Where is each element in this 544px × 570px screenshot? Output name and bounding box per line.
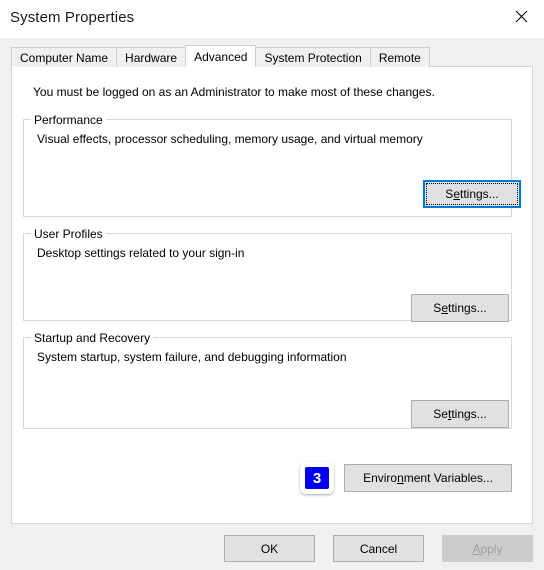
- user-profiles-group-legend: User Profiles: [31, 227, 106, 241]
- performance-group-legend: Performance: [31, 113, 106, 127]
- startup-recovery-group-legend: Startup and Recovery: [31, 331, 154, 345]
- startup-recovery-settings-button[interactable]: Settings...: [411, 400, 509, 428]
- tab-remote[interactable]: Remote: [369, 47, 430, 67]
- tab-computer-name[interactable]: Computer Name: [11, 47, 118, 67]
- tab-advanced[interactable]: Advanced: [185, 45, 257, 68]
- startup-recovery-description: System startup, system failure, and debu…: [37, 350, 347, 364]
- user-profiles-settings-label: Settings...: [433, 301, 487, 315]
- window-title: System Properties: [10, 9, 135, 26]
- user-profiles-settings-button[interactable]: Settings...: [411, 294, 509, 322]
- performance-settings-label: Settings...: [445, 187, 499, 201]
- annotation-badge-3: 3: [300, 462, 334, 494]
- startup-recovery-group: Startup and Recovery System startup, sys…: [23, 331, 512, 429]
- cancel-button-label: Cancel: [359, 541, 398, 556]
- tab-strip: Computer Name Hardware Advanced System P…: [11, 45, 430, 68]
- close-button[interactable]: [498, 0, 544, 32]
- close-icon: [515, 10, 528, 23]
- cancel-button[interactable]: Cancel: [333, 535, 424, 562]
- ok-button[interactable]: OK: [224, 535, 315, 562]
- startup-recovery-settings-label: Settings...: [433, 407, 487, 421]
- performance-group: Performance Visual effects, processor sc…: [23, 113, 521, 217]
- advanced-tab-panel: You must be logged on as an Administrato…: [11, 66, 533, 524]
- annotation-badge-number: 3: [305, 467, 329, 489]
- performance-settings-button[interactable]: Settings...: [423, 180, 521, 208]
- user-profiles-group: User Profiles Desktop settings related t…: [23, 227, 512, 322]
- apply-button-label: Apply: [472, 541, 503, 556]
- dialog-footer: OK Cancel Apply: [0, 524, 544, 570]
- user-profiles-description: Desktop settings related to your sign-in: [37, 246, 245, 260]
- title-bar: System Properties: [0, 0, 544, 38]
- tab-system-protection[interactable]: System Protection: [255, 47, 371, 67]
- performance-description: Visual effects, processor scheduling, me…: [37, 132, 423, 146]
- ok-button-label: OK: [260, 541, 279, 556]
- apply-button: Apply: [442, 535, 533, 562]
- tab-hardware[interactable]: Hardware: [116, 47, 187, 67]
- environment-variables-button[interactable]: Environment Variables...: [344, 464, 512, 492]
- administrator-note: You must be logged on as an Administrato…: [33, 85, 435, 99]
- environment-variables-label: Environment Variables...: [363, 471, 493, 485]
